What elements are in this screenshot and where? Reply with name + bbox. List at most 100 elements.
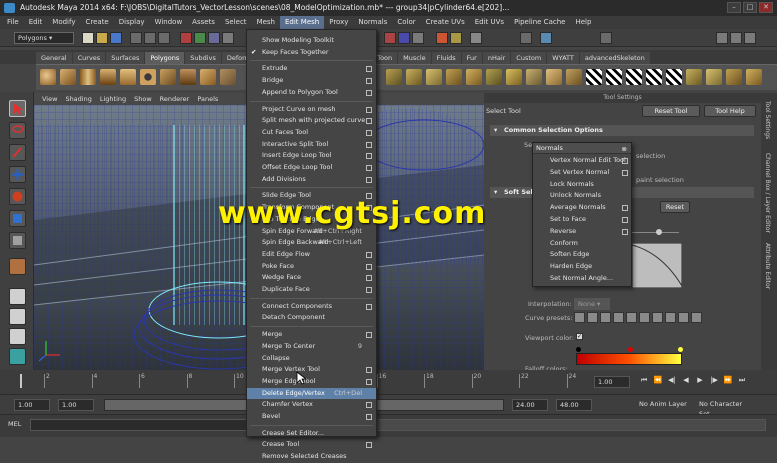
menu-edit-uvs[interactable]: Edit UVs	[470, 16, 509, 29]
menu-item-remove-selected-creases[interactable]: Remove Selected Creases	[247, 451, 376, 463]
ramp-key-yellow[interactable]	[678, 347, 683, 352]
poly-cylinder-icon[interactable]	[80, 69, 96, 85]
normals-item-set-to-face[interactable]: Set to Face	[533, 214, 631, 225]
menu-edit[interactable]: Edit	[24, 16, 48, 29]
render-current-icon[interactable]	[384, 32, 396, 44]
curve-preset-button[interactable]	[652, 312, 663, 323]
minimize-icon[interactable]: –	[727, 2, 741, 13]
normals-item-soften-edge[interactable]: Soften Edge	[533, 249, 631, 260]
maximize-icon[interactable]: □	[743, 2, 757, 13]
interpolation-dropdown[interactable]: None ▾	[574, 298, 610, 310]
curve-preset-button[interactable]	[639, 312, 650, 323]
viewport-menu-show[interactable]: Show	[130, 95, 156, 103]
option-box-icon[interactable]	[366, 442, 372, 449]
end-time-field[interactable]: 48.00	[556, 399, 592, 411]
poly-prism-icon[interactable]	[160, 69, 176, 85]
poly-helix-icon[interactable]	[220, 69, 236, 85]
playback-start-field[interactable]: 1.00	[58, 399, 94, 411]
normals-item-set-normal-angle[interactable]: Set Normal Angle...	[533, 273, 631, 284]
normals-item-unlock-normals[interactable]: Unlock Normals	[533, 190, 631, 201]
option-box-icon[interactable]	[366, 332, 372, 339]
option-box-icon[interactable]	[366, 251, 372, 258]
menu-item-bevel[interactable]: Bevel	[247, 411, 376, 423]
menu-item-collapse[interactable]: Collapse	[247, 353, 376, 365]
select-component-icon[interactable]	[158, 32, 170, 44]
unfold-uv-icon[interactable]	[746, 69, 762, 85]
play-backward-icon[interactable]: ◀	[680, 376, 692, 388]
cut-uv-icon[interactable]	[726, 69, 742, 85]
current-time-field[interactable]: 1.00	[594, 376, 630, 388]
input-line-icon[interactable]	[470, 32, 482, 44]
open-scene-icon[interactable]	[96, 32, 108, 44]
option-box-icon[interactable]	[366, 275, 372, 282]
falloff-color-ramp[interactable]	[576, 353, 682, 365]
menu-item-merge-vertex-tool[interactable]: Merge Vertex Tool	[247, 364, 376, 376]
curve-preset-button[interactable]	[691, 312, 702, 323]
show-hide-modeling-toolkit-icon[interactable]	[600, 32, 612, 44]
menu-item-interactive-split-tool[interactable]: Interactive Split Tool	[247, 139, 376, 151]
snap-curve-icon[interactable]	[194, 32, 206, 44]
automatic-map-icon[interactable]	[666, 69, 682, 85]
option-box-icon[interactable]	[366, 118, 372, 125]
reduce-icon[interactable]	[486, 69, 502, 85]
menu-item-project-curve-on-mesh[interactable]: Project Curve on mesh	[247, 104, 376, 116]
quadrangulate-icon[interactable]	[526, 69, 542, 85]
menu-item-delete-edge-vertex[interactable]: Delete Edge/Vertex Ctrl+Del	[247, 387, 376, 400]
step-back-key-icon[interactable]: ◀|	[666, 376, 678, 388]
menu-window[interactable]: Window	[150, 16, 188, 29]
select-hierarchy-icon[interactable]	[130, 32, 142, 44]
menu-item-merge[interactable]: Merge	[247, 329, 376, 341]
menu-assets[interactable]: Assets	[187, 16, 220, 29]
new-scene-icon[interactable]	[82, 32, 94, 44]
mesh-tool-icon[interactable]	[540, 32, 552, 44]
poly-pipe-icon[interactable]	[200, 69, 216, 85]
menu-color[interactable]: Color	[392, 16, 420, 29]
menu-item-detach-component[interactable]: Detach Component	[247, 312, 376, 324]
menu-item-show-modeling-toolkit[interactable]: Show Modeling Toolkit	[247, 35, 376, 47]
time-slider[interactable]: 1.00 ⏮ ⏪ ◀| ◀ ▶ |▶ ⏩ ⏭ 24681012141618202…	[0, 370, 777, 394]
menu-item-chamfer-vertex[interactable]: Chamfer Vertex	[247, 399, 376, 411]
render-settings-icon[interactable]	[412, 32, 424, 44]
shelf-tab-surfaces[interactable]: Surfaces	[106, 52, 145, 64]
extract-icon[interactable]	[426, 69, 442, 85]
option-box-icon[interactable]	[366, 414, 372, 420]
menu-edit-mesh[interactable]: Edit Mesh	[280, 16, 325, 29]
mode-selector[interactable]: Polygons ▾	[14, 32, 74, 44]
shelf-tab-nhair[interactable]: nHair	[482, 52, 511, 64]
menu-item-crease-tool[interactable]: Crease Tool	[247, 439, 376, 451]
menu-item-merge-edge-tool[interactable]: Merge Edge Tool	[247, 376, 376, 388]
option-box-icon[interactable]	[622, 205, 628, 212]
shelf-tab-curves[interactable]: Curves	[72, 52, 106, 64]
menu-item-add-divisions[interactable]: Add Divisions	[247, 174, 376, 186]
option-box-icon[interactable]	[366, 66, 372, 73]
start-time-field[interactable]: 1.00	[14, 399, 50, 411]
menu-create[interactable]: Create	[80, 16, 113, 29]
option-box-icon[interactable]	[366, 106, 372, 113]
option-box-icon[interactable]	[622, 158, 628, 164]
menu-item-cut-faces-tool[interactable]: Cut Faces Tool	[247, 127, 376, 139]
ramp-key-black[interactable]	[576, 347, 581, 352]
option-box-icon[interactable]	[366, 89, 372, 96]
viewport-menu-lighting[interactable]: Lighting	[96, 95, 130, 103]
close-icon[interactable]: ⊗	[622, 144, 627, 155]
normals-item-set-vertex-normal[interactable]: Set Vertex Normal	[533, 167, 631, 178]
menu-create-uvs[interactable]: Create UVs	[421, 16, 470, 29]
sculpt-icon[interactable]	[520, 32, 532, 44]
menu-item-wedge-face[interactable]: Wedge Face	[247, 272, 376, 284]
anim-layer-dropdown[interactable]: No Anim Layer	[636, 399, 692, 411]
option-box-icon[interactable]	[366, 402, 372, 409]
persp-graph-layout-icon[interactable]	[9, 348, 26, 365]
select-tool-icon[interactable]	[9, 100, 26, 117]
normals-item-conform[interactable]: Conform	[533, 238, 631, 249]
viewport-color-checkbox[interactable]: ✓	[576, 333, 583, 340]
menu-item-spin-edge-backward[interactable]: Spin Edge Backward Alt+Ctrl+Left	[247, 237, 376, 249]
shelf-tab-custom[interactable]: Custom	[511, 52, 547, 64]
shelf-tab-advancedskeleton[interactable]: advancedSkeleton	[579, 52, 650, 64]
curve-preset-button[interactable]	[587, 312, 598, 323]
menu-item-crease-set-editor[interactable]: Crease Set Editor...	[247, 428, 376, 440]
menu-mesh[interactable]: Mesh	[252, 16, 280, 29]
menu-item-split-mesh-with-projected-curve[interactable]: Split mesh with projected curve	[247, 115, 376, 127]
tool-help-button[interactable]: Tool Help	[704, 105, 756, 117]
menu-item-keep-faces-together[interactable]: Keep Faces Together ✔	[247, 47, 376, 59]
snap-view-icon[interactable]	[222, 32, 234, 44]
